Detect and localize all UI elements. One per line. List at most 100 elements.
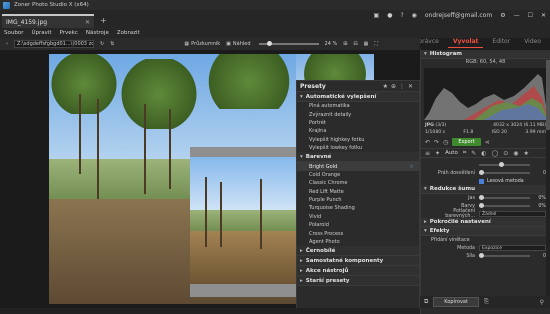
noise-header[interactable]: ▾ Redukce šumu: [421, 185, 550, 194]
scrollbar-thumb[interactable]: [546, 60, 550, 130]
view-preview-label[interactable]: Náhled: [233, 41, 251, 47]
fit-icon[interactable]: ⊞: [343, 41, 347, 47]
path-field[interactable]: Z:\sdgdeffsfgbgd01...\(0003 zone): [14, 40, 94, 48]
preset-item[interactable]: Vylepšit highkey fotku: [297, 136, 419, 144]
auto-label[interactable]: Auto: [445, 150, 458, 156]
account-email[interactable]: ondrejseff@gmail.com: [425, 12, 492, 19]
preset-group-color[interactable]: ▾ Barevné: [297, 152, 419, 163]
undo-icon[interactable]: ↶: [425, 139, 430, 146]
preset-group-tool-actions[interactable]: ▸ Akce nástrojů: [297, 266, 419, 277]
gift-icon[interactable]: ▣: [374, 12, 380, 19]
preset-item[interactable]: Polaroid: [297, 221, 419, 229]
preset-item[interactable]: Portrét: [297, 119, 419, 127]
barvy-slider[interactable]: [479, 203, 530, 209]
preset-item[interactable]: Plná automatika: [297, 102, 419, 110]
view-explorer-icon[interactable]: ▦: [184, 41, 189, 47]
close-icon[interactable]: ✕: [85, 19, 90, 26]
tab-document[interactable]: IMG_4159.jpg ✕: [2, 14, 94, 28]
effects-header[interactable]: ▾ Efekty: [421, 227, 550, 236]
preset-item[interactable]: Vylepšit lowkey fotku: [297, 144, 419, 152]
mode-vyvolat[interactable]: Vyvolat: [447, 36, 484, 48]
copy-button[interactable]: Kopírovat: [433, 297, 479, 307]
preset-item[interactable]: Red Lift Matte: [297, 188, 419, 196]
preset-item[interactable]: Agent Photo: [297, 238, 419, 246]
minimize-icon[interactable]: —: [514, 12, 520, 19]
grid-icon[interactable]: ▦: [364, 41, 369, 47]
settings-icon[interactable]: ⚙: [500, 12, 505, 19]
export-button[interactable]: Export: [452, 138, 481, 146]
redo-icon[interactable]: ↷: [434, 139, 439, 146]
share-icon[interactable]: ⋖: [485, 139, 490, 146]
vertical-scrollbar[interactable]: [546, 60, 550, 296]
compare-icon[interactable]: ⊟: [353, 41, 357, 47]
star-icon[interactable]: ★: [524, 150, 529, 157]
magnifier-icon[interactable]: ⚲: [540, 299, 544, 306]
presets-actions-icon[interactable]: ★⊕⋮✕: [383, 83, 416, 90]
detail-select[interactable]: Žádné: [479, 211, 546, 217]
crop-icon[interactable]: ⌗: [463, 149, 466, 157]
preset-item[interactable]: Vivid: [297, 213, 419, 221]
user-icon[interactable]: ◉: [412, 12, 417, 19]
horizontal-scrollbar[interactable]: [0, 308, 420, 314]
menu-prvekc[interactable]: Prvekc: [60, 30, 78, 36]
zoom-slider[interactable]: [258, 41, 319, 47]
preset-group-auto[interactable]: ▾ Automatické vylepšení: [297, 92, 419, 102]
paste-icon[interactable]: ⎘: [484, 298, 489, 306]
preset-group-components[interactable]: ▸ Samostatné komponenty: [297, 256, 419, 267]
depth-slider[interactable]: [479, 170, 530, 176]
strength-slider[interactable]: [479, 253, 530, 259]
menu-nastroje[interactable]: Nástroje: [86, 30, 109, 36]
close-window-icon[interactable]: ✕: [541, 12, 546, 19]
toolbar: ‹ Z:\sdgdeffsfgbgd01...\(0003 zone) ↻ ⇅ …: [0, 38, 420, 50]
view-preview-icon[interactable]: ▣: [226, 41, 231, 47]
preset-item[interactable]: Zvýraznit detaily: [297, 110, 419, 118]
preset-item[interactable]: Turquoise Shading: [297, 204, 419, 212]
mode-tabs: Správce Vyvolat Editor Video: [410, 36, 546, 48]
detail-row: Potlačení barevných... Žádné: [421, 209, 550, 219]
preset-item[interactable]: Purple Punch: [297, 196, 419, 204]
maximize-icon[interactable]: ☐: [528, 12, 533, 19]
menu-zobrazit[interactable]: Zobrazit: [117, 30, 140, 36]
vignette-row: Přidání vinětace: [421, 236, 550, 244]
notification-icon[interactable]: ●: [387, 12, 392, 19]
preset-item[interactable]: Cold Orange: [297, 171, 419, 179]
image-info-row1: JPG (3/3) 4032 x 3024 (6.11 MB): [425, 123, 546, 128]
mode-video[interactable]: Video: [519, 36, 546, 48]
preset-group-legacy[interactable]: ▸ Starší presety: [297, 276, 419, 287]
menu-icon[interactable]: ≡: [425, 150, 430, 157]
compare-icon[interactable]: ⧉: [424, 298, 428, 306]
star-icon[interactable]: ☆: [410, 164, 414, 170]
view-explorer-label[interactable]: Průzkumník: [191, 41, 220, 47]
action-row: ↶ ↷ ◷ Export ⋖: [421, 136, 550, 148]
preset-item[interactable]: Cross Process: [297, 229, 419, 237]
preset-item[interactable]: Classic Chrome: [297, 179, 419, 187]
radial-icon[interactable]: ◯: [492, 150, 499, 157]
history-icon[interactable]: ◷: [443, 139, 448, 146]
jas-slider[interactable]: [479, 195, 530, 201]
method-select[interactable]: Expozice: [479, 245, 546, 251]
refresh-icon[interactable]: ↻: [100, 41, 104, 47]
local-method-checkbox[interactable]: [479, 178, 484, 184]
add-tab-icon[interactable]: +: [100, 16, 107, 25]
gradient-icon[interactable]: ◐: [481, 150, 486, 157]
fullscreen-icon[interactable]: ⛶: [374, 41, 378, 47]
menu-soubor[interactable]: Soubor: [4, 30, 23, 36]
advanced-header[interactable]: ▸ Pokročilé nastavení: [421, 218, 550, 227]
histogram-header[interactable]: ▾ Histogram: [421, 50, 550, 59]
top-slider[interactable]: [479, 162, 530, 168]
title-bar: Zoner Photo Studio X (x64): [0, 0, 550, 10]
sort-icon[interactable]: ⇅: [110, 41, 114, 47]
back-icon[interactable]: ‹: [6, 41, 8, 47]
brush-icon[interactable]: ✎: [471, 150, 476, 157]
stamp-icon[interactable]: ⊙: [503, 150, 508, 157]
preset-group-bw[interactable]: ▸ Černobílé: [297, 246, 419, 257]
help-icon[interactable]: ?: [400, 12, 403, 19]
auto-enhance-icon[interactable]: ✦: [435, 150, 440, 157]
menu-upravit[interactable]: Úpravit: [31, 30, 51, 36]
mode-editor[interactable]: Editor: [487, 36, 515, 48]
zoom-knob[interactable]: [266, 41, 272, 47]
eye-icon[interactable]: ◉: [513, 150, 518, 157]
preset-item-selected[interactable]: Bright Gold ☆: [297, 162, 419, 171]
local-method-row[interactable]: Lesová metoda: [421, 177, 550, 185]
preset-item[interactable]: Krajina: [297, 127, 419, 135]
